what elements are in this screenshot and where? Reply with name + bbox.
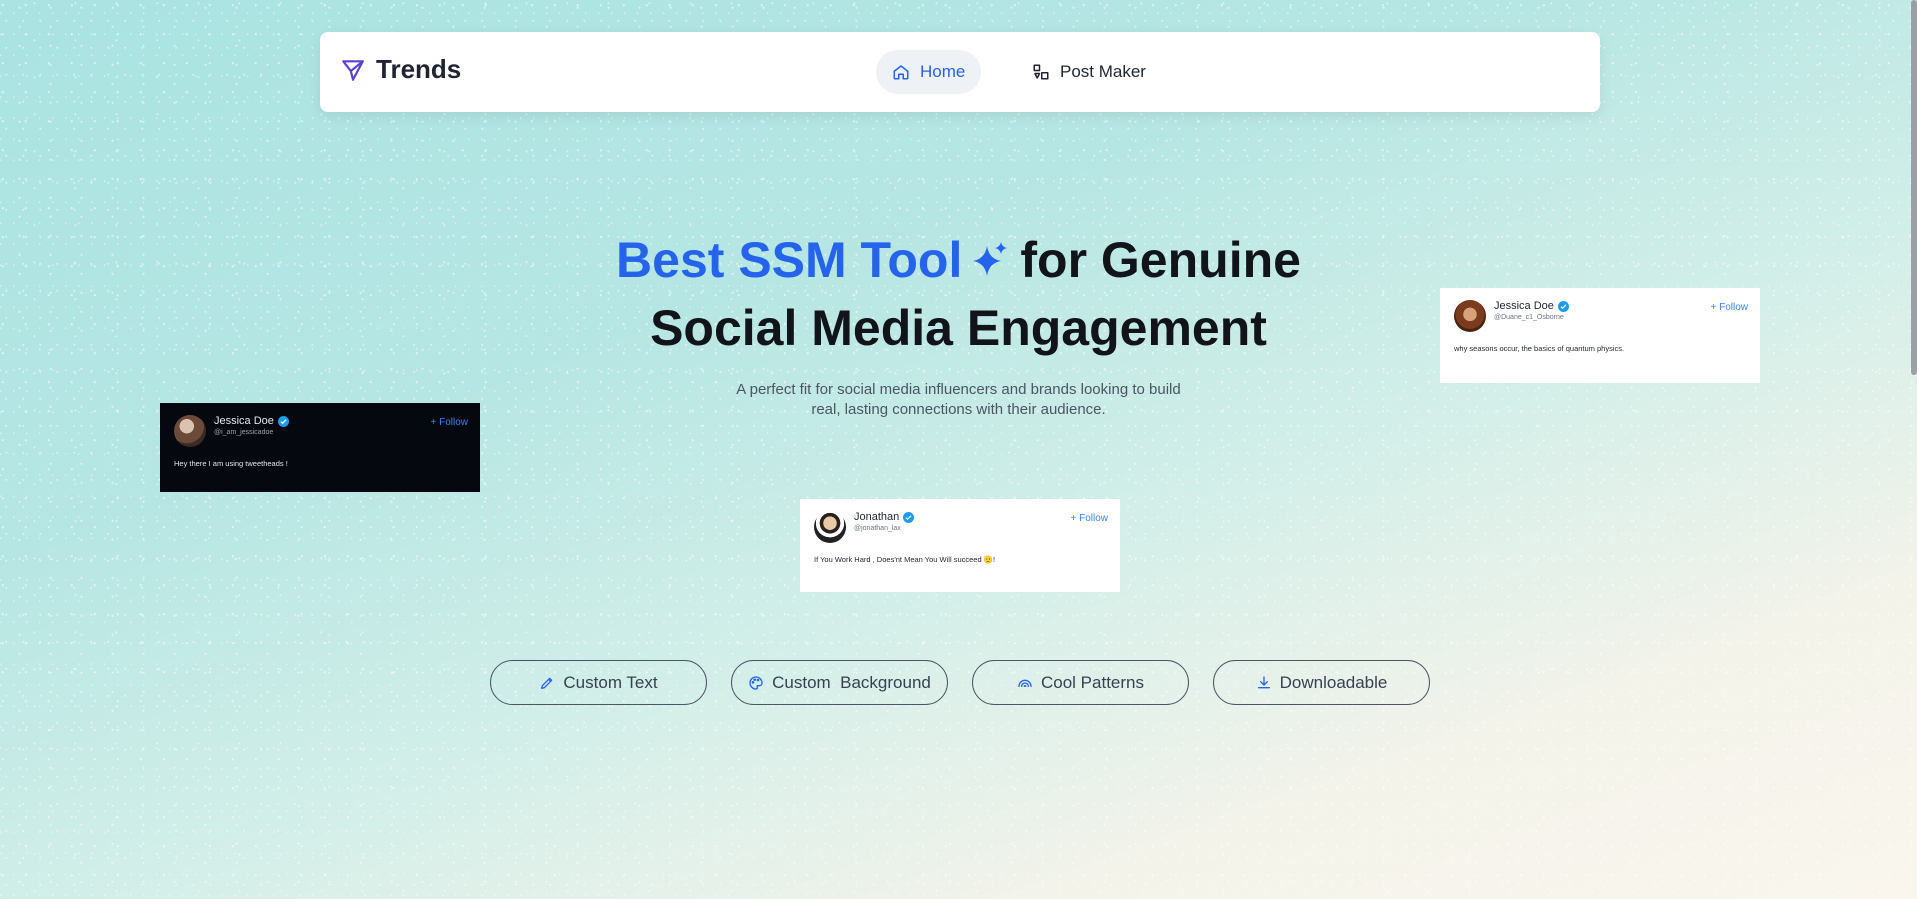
hero-title-accent: Best SSM Tool (616, 232, 963, 288)
feature-label: Cool Patterns (1041, 672, 1144, 692)
home-icon (893, 65, 909, 80)
avatar (1454, 300, 1486, 332)
tweet-text: If You Work Hard , Does'nt Mean You Will… (814, 555, 996, 564)
feature-cool-patterns[interactable]: Cool Patterns (972, 660, 1189, 705)
hero-title-line2: Social Media Engagement (650, 300, 1267, 356)
sparkle-icon (973, 241, 1008, 276)
tweet-card: Jessica Doe @i_am_jessicadoe + Follow He… (160, 403, 480, 492)
card-author-name: Jessica Doe (1494, 300, 1554, 312)
avatar (174, 415, 206, 447)
card-author-handle: @jonathan_lax (854, 525, 901, 532)
feature-label: Custom Background (772, 672, 931, 692)
tweet-text: Hey there I am using tweetheads ! (174, 459, 288, 468)
verified-icon (1557, 300, 1569, 312)
feature-downloadable[interactable]: Downloadable (1213, 660, 1430, 705)
palette-icon (749, 675, 763, 690)
feature-custom-text[interactable]: Custom Text (490, 660, 707, 705)
navbar: Trends Home Post Maker (320, 32, 1600, 112)
card-author-handle: @Duane_c1_Osborne (1494, 314, 1564, 321)
nav-home-label: Home (920, 62, 966, 81)
rainbow-icon (1018, 679, 1032, 687)
feature-label: Downloadable (1279, 672, 1388, 692)
card-author-name: Jonathan (854, 511, 900, 523)
verified-icon (903, 511, 915, 523)
hero-subtitle-line1: A perfect fit for social media influence… (736, 381, 1181, 398)
feature-custom-background[interactable]: Custom Background (731, 660, 948, 705)
hero-title-rest: for Genuine (1020, 232, 1301, 288)
pencil-icon (541, 677, 553, 689)
brand[interactable]: Trends (340, 54, 461, 85)
nav-home[interactable]: Home (876, 50, 982, 94)
verified-icon (277, 415, 289, 427)
feature-label: Custom Text (563, 672, 658, 692)
follow-button[interactable]: + Follow (1070, 513, 1108, 524)
nav-post-maker[interactable]: Post Maker (1016, 50, 1162, 94)
shapes-icon (1033, 64, 1049, 80)
paper-plane-icon (342, 59, 364, 81)
card-author-handle: @i_am_jessicadoe (214, 429, 274, 436)
tweet-text: why seasons occur, the basics of quantum… (1454, 344, 1625, 353)
avatar (814, 511, 846, 543)
card-author-name: Jessica Doe (214, 415, 274, 427)
nav-post-maker-label: Post Maker (1060, 62, 1146, 81)
follow-button[interactable]: + Follow (430, 417, 468, 428)
download-icon (1257, 675, 1270, 688)
brand-name: Trends (376, 54, 462, 84)
tweet-card: Jessica Doe @Duane_c1_Osborne + Follow w… (1440, 288, 1760, 383)
follow-button[interactable]: + Follow (1710, 302, 1748, 313)
hero-subtitle-line2: real, lasting connections with their aud… (811, 401, 1106, 418)
tweet-card: Jonathan @jonathan_lax + Follow If You W… (800, 499, 1120, 592)
